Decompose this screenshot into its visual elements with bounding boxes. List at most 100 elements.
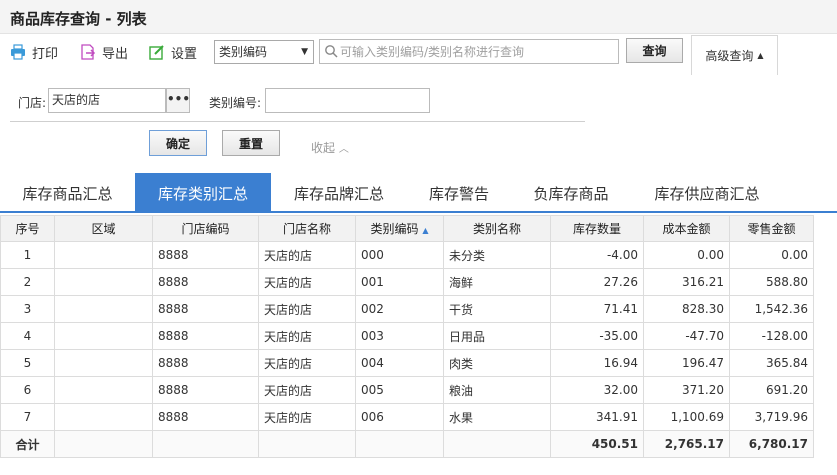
cell-store-code: 8888 xyxy=(152,322,259,350)
reset-label: 重置 xyxy=(238,136,263,151)
cell-store-name: 天店的店 xyxy=(258,403,356,431)
col-header-category-code[interactable]: 类别编码 ▲ xyxy=(355,215,444,242)
total-empty-cell xyxy=(54,430,153,458)
cell-retail-amount: 691.20 xyxy=(729,376,814,404)
report-tabs: 库存商品汇总 库存类别汇总 库存品牌汇总 库存警告 负库存商品 库存供应商汇总 xyxy=(0,173,837,213)
export-label: 导出 xyxy=(102,46,129,62)
export-button[interactable]: 导出 xyxy=(80,42,128,62)
table-row[interactable]: 7 8888 天店的店 006 水果 341.91 1,100.69 3,719.96 xyxy=(0,403,814,431)
total-label: 合计 xyxy=(0,430,55,458)
settings-button[interactable]: 设置 xyxy=(149,42,197,62)
cell-category-code: 005 xyxy=(355,376,444,404)
category-code-label: 类别编号: xyxy=(209,96,262,110)
cell-category-name: 海鲜 xyxy=(443,268,551,296)
table-row[interactable]: 2 8888 天店的店 001 海鲜 27.26 316.21 588.80 xyxy=(0,268,814,296)
col-header-store-code[interactable]: 门店编码 xyxy=(152,215,259,242)
collapse-toggle[interactable]: 收起 ︿ xyxy=(311,139,349,156)
table-row[interactable]: 6 8888 天店的店 005 粮油 32.00 371.20 691.20 xyxy=(0,376,814,404)
category-summary-table: 序号 区域 门店编码 门店名称 类别编码 ▲ 类别名称 库存数量 成本金额 零售… xyxy=(0,215,814,458)
cell-category-code: 002 xyxy=(355,295,444,323)
cell-category-name: 未分类 xyxy=(443,241,551,269)
col-header-cost-amount[interactable]: 成本金额 xyxy=(643,215,730,242)
cell-cost-amount: 316.21 xyxy=(643,268,730,296)
total-row: 合计 450.51 2,765.17 6,780.17 xyxy=(0,430,814,458)
table-row[interactable]: 1 8888 天店的店 000 未分类 -4.00 0.00 0.00 xyxy=(0,241,814,269)
tab-negative-stock[interactable]: 负库存商品 xyxy=(511,173,631,213)
search-input[interactable] xyxy=(340,42,615,61)
cell-stock-qty: 16.94 xyxy=(550,349,644,377)
cell-region xyxy=(54,295,153,323)
table-row[interactable]: 5 8888 天店的店 004 肉类 16.94 196.47 365.84 xyxy=(0,349,814,377)
filter-divider xyxy=(10,121,585,122)
cell-index: 1 xyxy=(0,241,55,269)
cell-store-code: 8888 xyxy=(152,268,259,296)
tab-stock-supplier-summary[interactable]: 库存供应商汇总 xyxy=(631,173,783,213)
cell-category-code: 003 xyxy=(355,322,444,350)
store-label: 门店: xyxy=(18,96,47,110)
store-picker-button[interactable]: ••• xyxy=(166,88,190,113)
cell-region xyxy=(54,349,153,377)
cell-cost-amount: 371.20 xyxy=(643,376,730,404)
print-label: 打印 xyxy=(32,46,59,62)
total-empty-cell xyxy=(443,430,551,458)
tab-stock-category-summary[interactable]: 库存类别汇总 xyxy=(135,173,271,213)
total-stock-qty: 450.51 xyxy=(550,430,644,458)
col-header-region[interactable]: 区域 xyxy=(54,215,153,242)
cell-retail-amount: 365.84 xyxy=(729,349,814,377)
query-button[interactable]: 查询 xyxy=(626,38,683,63)
search-box[interactable] xyxy=(319,39,619,64)
cell-category-code: 000 xyxy=(355,241,444,269)
total-retail-amount: 6,780.17 xyxy=(729,430,814,458)
print-button[interactable]: 打印 xyxy=(10,42,58,62)
cell-category-name: 干货 xyxy=(443,295,551,323)
tab-stock-brand-summary[interactable]: 库存品牌汇总 xyxy=(271,173,407,213)
cell-store-code: 8888 xyxy=(152,241,259,269)
cell-stock-qty: 341.91 xyxy=(550,403,644,431)
cell-store-name: 天店的店 xyxy=(258,295,356,323)
cell-cost-amount: -47.70 xyxy=(643,322,730,350)
cell-region xyxy=(54,268,153,296)
col-header-category-name[interactable]: 类别名称 xyxy=(443,215,551,242)
tab-stock-warning[interactable]: 库存警告 xyxy=(407,173,511,213)
cell-store-name: 天店的店 xyxy=(258,349,356,377)
reset-button[interactable]: 重置 xyxy=(222,130,280,156)
title-bar: 商品库存查询 - 列表 xyxy=(0,0,837,34)
confirm-button[interactable]: 确定 xyxy=(149,130,207,156)
col-header-store-name[interactable]: 门店名称 xyxy=(258,215,356,242)
cell-category-code: 001 xyxy=(355,268,444,296)
col-header-retail-amount[interactable]: 零售金额 xyxy=(729,215,814,242)
search-icon xyxy=(325,45,338,58)
col-header-stock-qty[interactable]: 库存数量 xyxy=(550,215,644,242)
advanced-query-toggle[interactable]: 高级查询 ▲ xyxy=(691,35,778,75)
chevron-down-icon: ▼ xyxy=(301,47,308,57)
table-row[interactable]: 4 8888 天店的店 003 日用品 -35.00 -47.70 -128.00 xyxy=(0,322,814,350)
category-code-field[interactable] xyxy=(265,88,430,113)
window-title: 商品库存查询 - 列表 xyxy=(10,10,147,28)
confirm-label: 确定 xyxy=(165,136,190,151)
chevron-up-icon: ︿ xyxy=(338,144,349,155)
cell-retail-amount: 1,542.36 xyxy=(729,295,814,323)
category-select[interactable]: 类别编码 ▼ xyxy=(214,40,314,64)
query-label: 查询 xyxy=(642,44,667,58)
total-empty-cell xyxy=(258,430,356,458)
cell-retail-amount: -128.00 xyxy=(729,322,814,350)
cell-category-code: 006 xyxy=(355,403,444,431)
store-value: 天店的店 xyxy=(52,93,101,107)
cell-stock-qty: -35.00 xyxy=(550,322,644,350)
cell-category-name: 肉类 xyxy=(443,349,551,377)
cell-cost-amount: 0.00 xyxy=(643,241,730,269)
more-icon: ••• xyxy=(167,92,191,106)
printer-icon xyxy=(11,44,25,60)
store-field[interactable]: 天店的店 xyxy=(48,88,166,113)
cell-category-name: 日用品 xyxy=(443,322,551,350)
cell-cost-amount: 196.47 xyxy=(643,349,730,377)
total-empty-cell xyxy=(355,430,444,458)
col-header-index[interactable]: 序号 xyxy=(0,215,55,242)
cell-stock-qty: 71.41 xyxy=(550,295,644,323)
cell-store-code: 8888 xyxy=(152,376,259,404)
table-row[interactable]: 3 8888 天店的店 002 干货 71.41 828.30 1,542.36 xyxy=(0,295,814,323)
tab-stock-goods-summary[interactable]: 库存商品汇总 xyxy=(0,173,135,213)
table-header-row: 序号 区域 门店编码 门店名称 类别编码 ▲ 类别名称 库存数量 成本金额 零售… xyxy=(0,215,814,242)
cell-index: 2 xyxy=(0,268,55,296)
category-code-header-label: 类别编码 xyxy=(370,222,419,236)
